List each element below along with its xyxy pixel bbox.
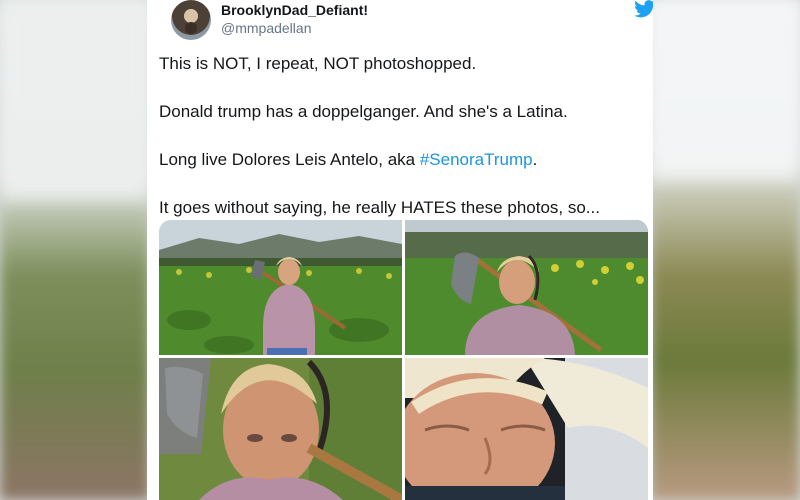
tweet-paragraph-1: This is NOT, I repeat, NOT photoshopped.	[159, 54, 477, 73]
tweet-card: BrooklynDad_Defiant! @mmpadellan This is…	[147, 0, 653, 500]
photo-4-image	[405, 358, 648, 500]
photo-3[interactable]	[159, 358, 402, 500]
photo-1-image	[159, 220, 402, 355]
avatar[interactable]	[171, 0, 211, 40]
display-name[interactable]: BrooklynDad_Defiant!	[221, 2, 368, 18]
twitter-bird-icon[interactable]	[633, 0, 653, 18]
photo-1[interactable]	[159, 220, 402, 355]
avatar-detail	[185, 22, 197, 34]
photo-2-image	[405, 220, 648, 355]
tweet-paragraph-3: Long live Dolores Leis Antelo, aka #Seno…	[159, 148, 639, 172]
background-right-top	[650, 0, 800, 180]
paragraph-3-text: Long live Dolores Leis Antelo, aka	[159, 150, 420, 169]
photo-3-image	[159, 358, 402, 500]
photo-4[interactable]	[405, 358, 648, 500]
background-left-top	[0, 0, 150, 200]
photo-2[interactable]	[405, 220, 648, 355]
tweet-paragraph-2: Donald trump has a doppelganger. And she…	[159, 102, 568, 121]
paragraph-3-end: .	[532, 150, 538, 169]
tweet-text: This is NOT, I repeat, NOT photoshopped.…	[159, 52, 639, 244]
user-handle[interactable]: @mmpadellan	[221, 20, 311, 36]
media-grid	[159, 220, 648, 500]
tweet-header: BrooklynDad_Defiant! @mmpadellan	[159, 0, 653, 44]
hashtag-link[interactable]: #SenoraTrump	[420, 150, 533, 169]
tweet-paragraph-4: It goes without saying, he really HATES …	[159, 198, 600, 217]
